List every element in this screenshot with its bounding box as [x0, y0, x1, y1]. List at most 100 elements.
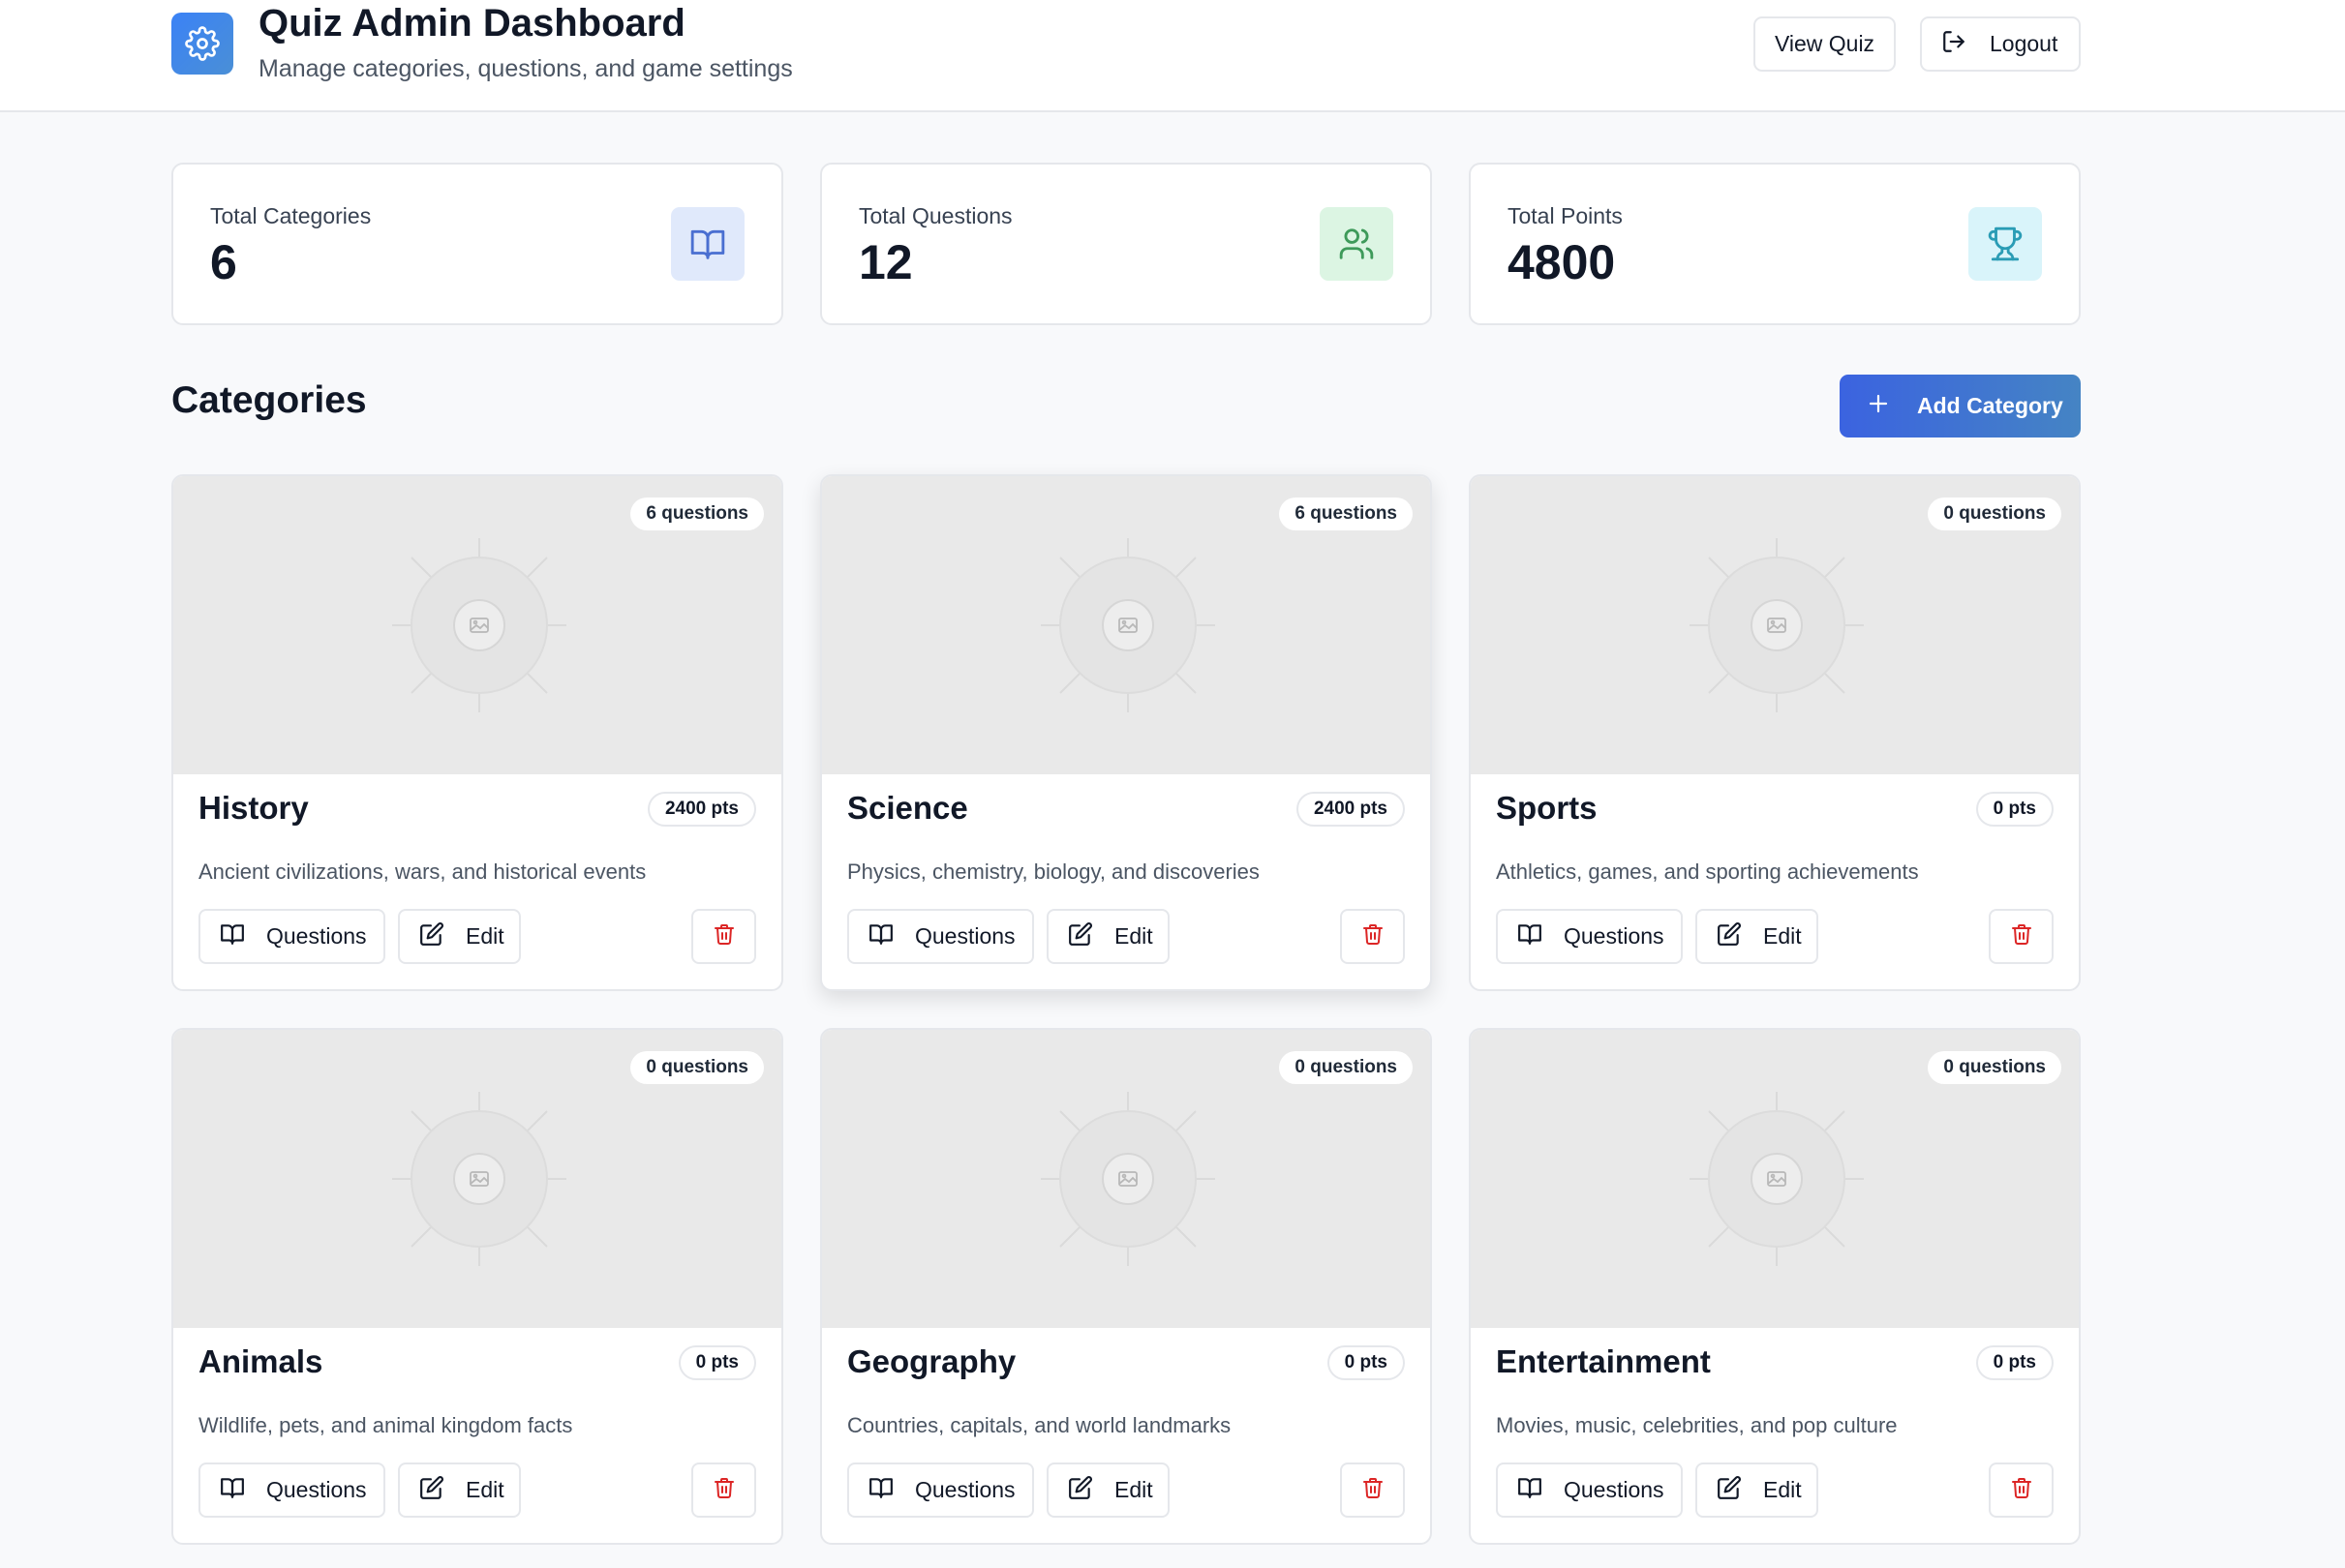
delete-button[interactable]: [1340, 1462, 1405, 1518]
points-badge: 2400 pts: [1295, 792, 1405, 827]
view-quiz-button[interactable]: View Quiz: [1753, 16, 1896, 72]
trash-icon: [2010, 1476, 2033, 1505]
category-card-science: 6 questions Science 2400 pts Physics, ch…: [820, 474, 1432, 991]
book-open-icon: [1517, 921, 1542, 952]
questions-button[interactable]: Questions: [198, 909, 385, 964]
points-badge: 0 pts: [1975, 1345, 2054, 1380]
delete-button[interactable]: [1989, 909, 2054, 964]
categories-title: Categories: [171, 379, 367, 421]
image-placeholder-icon: [1041, 538, 1215, 712]
book-open-icon: [1517, 1475, 1542, 1506]
trash-icon: [2010, 922, 2033, 951]
book-open-icon: [671, 207, 745, 281]
stat-card-total-questions: Total Questions 12: [820, 163, 1432, 325]
category-name: Geography: [847, 1343, 1017, 1379]
points-badge: 0 pts: [1326, 1345, 1405, 1380]
view-quiz-label: View Quiz: [1774, 31, 1875, 56]
question-count-badge: 0 questions: [630, 1051, 764, 1084]
stat-label: Total Points: [1508, 203, 1623, 228]
image-placeholder-icon: [392, 1092, 566, 1266]
page-title: Quiz Admin Dashboard: [259, 2, 685, 45]
edit-icon: [419, 1475, 444, 1506]
edit-icon: [1717, 1475, 1742, 1506]
image-placeholder-icon: [1690, 1092, 1864, 1266]
add-category-label: Add Category: [1917, 393, 2063, 418]
questions-button[interactable]: Questions: [847, 1462, 1034, 1518]
image-placeholder-icon: [1041, 1092, 1215, 1266]
category-name: Sports: [1496, 790, 1598, 826]
points-badge: 0 pts: [1975, 792, 2054, 827]
edit-button[interactable]: Edit: [1695, 1462, 1818, 1518]
points-badge: 2400 pts: [647, 792, 756, 827]
category-card-entertainment: 0 questions Entertainment 0 pts Movies, …: [1469, 1028, 2081, 1545]
edit-button[interactable]: Edit: [1047, 1462, 1170, 1518]
category-name: History: [198, 790, 309, 826]
category-name: Entertainment: [1496, 1343, 1711, 1379]
edit-label: Edit: [1114, 923, 1153, 949]
question-count-badge: 6 questions: [630, 498, 764, 530]
category-description: Athletics, games, and sporting achieveme…: [1496, 859, 1919, 884]
category-description: Wildlife, pets, and animal kingdom facts: [198, 1413, 573, 1437]
category-image-placeholder: 0 questions: [1471, 476, 2079, 774]
edit-label: Edit: [466, 923, 504, 949]
page-subtitle: Manage categories, questions, and game s…: [259, 55, 793, 82]
questions-button[interactable]: Questions: [198, 1462, 385, 1518]
edit-button[interactable]: Edit: [1695, 909, 1818, 964]
category-card-sports: 0 questions Sports 0 pts Athletics, game…: [1469, 474, 2081, 991]
category-image-placeholder: 0 questions: [1471, 1030, 2079, 1328]
stat-card-total-categories: Total Categories 6: [171, 163, 783, 325]
edit-icon: [1068, 921, 1093, 952]
category-card-geography: 0 questions Geography 0 pts Countries, c…: [820, 1028, 1432, 1545]
trash-icon: [713, 1476, 736, 1505]
edit-label: Edit: [1763, 1477, 1802, 1502]
edit-button[interactable]: Edit: [398, 909, 521, 964]
questions-label: Questions: [1564, 923, 1664, 949]
points-badge: 0 pts: [678, 1345, 756, 1380]
questions-label: Questions: [915, 1477, 1016, 1502]
delete-button[interactable]: [691, 1462, 756, 1518]
edit-icon: [1068, 1475, 1093, 1506]
book-open-icon: [868, 1475, 894, 1506]
question-count-badge: 6 questions: [1279, 498, 1413, 530]
stat-label: Total Questions: [859, 203, 1013, 228]
trash-icon: [1361, 1476, 1385, 1505]
trash-icon: [713, 922, 736, 951]
stat-value: 12: [859, 235, 913, 289]
question-count-badge: 0 questions: [1928, 498, 2061, 530]
question-count-badge: 0 questions: [1279, 1051, 1413, 1084]
category-image-placeholder: 6 questions: [173, 476, 781, 774]
category-card-animals: 0 questions Animals 0 pts Wildlife, pets…: [171, 1028, 783, 1545]
top-header: Quiz Admin Dashboard Manage categories, …: [0, 0, 2345, 112]
category-name: Science: [847, 790, 968, 826]
questions-button[interactable]: Questions: [847, 909, 1034, 964]
edit-label: Edit: [1114, 1477, 1153, 1502]
image-placeholder-icon: [392, 538, 566, 712]
questions-label: Questions: [266, 923, 367, 949]
stat-card-total-points: Total Points 4800: [1469, 163, 2081, 325]
questions-label: Questions: [266, 1477, 367, 1502]
edit-button[interactable]: Edit: [1047, 909, 1170, 964]
edit-label: Edit: [466, 1477, 504, 1502]
logout-button[interactable]: Logout: [1920, 16, 2081, 72]
category-card-history: 6 questions History 2400 pts Ancient civ…: [171, 474, 783, 991]
edit-icon: [419, 921, 444, 952]
edit-button[interactable]: Edit: [398, 1462, 521, 1518]
trophy-icon: [1968, 207, 2042, 281]
logout-label: Logout: [1990, 31, 2058, 56]
questions-button[interactable]: Questions: [1496, 1462, 1683, 1518]
category-image-placeholder: 0 questions: [173, 1030, 781, 1328]
book-open-icon: [868, 921, 894, 952]
delete-button[interactable]: [1989, 1462, 2054, 1518]
category-name: Animals: [198, 1343, 323, 1379]
stat-value: 4800: [1508, 235, 1616, 289]
delete-button[interactable]: [1340, 909, 1405, 964]
stat-label: Total Categories: [210, 203, 372, 228]
edit-icon: [1717, 921, 1742, 952]
image-placeholder-icon: [1690, 538, 1864, 712]
delete-button[interactable]: [691, 909, 756, 964]
question-count-badge: 0 questions: [1928, 1051, 2061, 1084]
questions-button[interactable]: Questions: [1496, 909, 1683, 964]
add-category-button[interactable]: Add Category: [1840, 375, 2081, 437]
questions-label: Questions: [915, 923, 1016, 949]
category-description: Movies, music, celebrities, and pop cult…: [1496, 1413, 1898, 1437]
